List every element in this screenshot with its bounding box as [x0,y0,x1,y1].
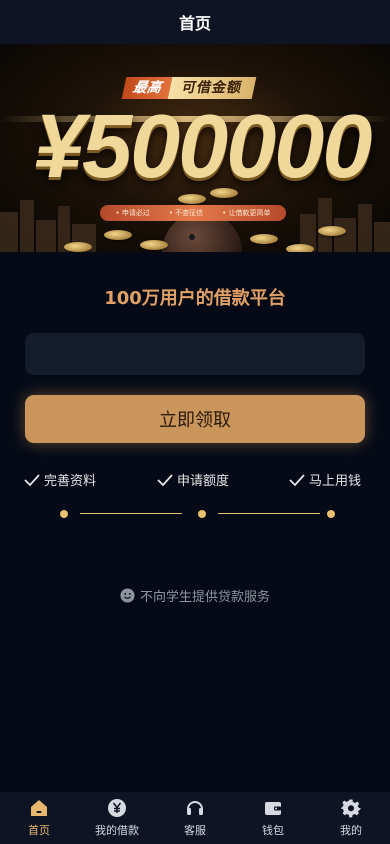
smile-icon [120,588,135,603]
headset-icon [187,801,203,815]
coin-image [318,226,346,236]
home-icon [31,800,47,816]
bottom-tab-bar: 首页 我的借款 客服 钱包 我的 [0,792,390,844]
step-label: 完善资料 [44,474,97,489]
yen-coin-icon [108,799,126,817]
coin-image [104,230,132,240]
coin-image [64,242,92,252]
tab-label: 首页 [28,824,50,837]
carousel-dot[interactable] [189,234,195,240]
tab-home[interactable]: 首页 [0,792,78,844]
progress-line [80,513,182,514]
feature-item: • 申请必过 [115,209,150,217]
gear-icon [341,799,361,818]
notice-text: 不向学生提供贷款服务 [139,590,270,605]
check-icon [289,473,305,486]
progress-line [218,513,320,514]
page-title: 首页 [178,14,211,33]
carousel-indicator[interactable] [189,234,195,240]
coin-image [250,234,278,244]
step-item: 马上用钱 [289,470,361,489]
check-icon [24,473,40,486]
platform-tagline: 100万用户的借款平台 [104,288,286,309]
tab-label: 我的借款 [95,824,139,837]
progress-dot [327,510,335,518]
step-item: 申请额度 [157,470,229,489]
claim-button[interactable]: 立即领取 [25,395,365,443]
coin-image [286,244,314,252]
phone-input[interactable] [25,333,365,375]
max-amount-value: ¥500000 [34,97,372,197]
tab-label: 我的 [340,824,362,837]
tab-my-loans[interactable]: 我的借款 [78,792,156,844]
progress-dot [60,510,68,518]
tab-support[interactable]: 客服 [156,792,234,844]
coin-image [140,240,168,250]
app-header: 首页 [0,0,390,44]
promo-banner[interactable]: 最高 可借金额 ¥500000 • 申请必过 • 不查征信 • 让借款更简单 [0,44,390,252]
feature-pill: • 申请必过 • 不查征信 • 让借款更简单 [100,205,286,221]
step-label: 马上用钱 [309,474,362,489]
check-icon [157,473,173,486]
feature-item: • 不查征信 [168,209,204,217]
feature-item: • 让借款更简单 [222,209,271,217]
tab-label: 钱包 [262,824,284,837]
tab-label: 客服 [184,824,206,837]
process-steps: 完善资料 申请额度 马上用钱 [0,470,390,490]
step-progress [0,507,390,521]
progress-dot [198,510,206,518]
step-label: 申请额度 [177,474,230,489]
step-item: 完善资料 [24,470,96,489]
wallet-icon [265,802,281,815]
student-notice: 不向学生提供贷款服务 [0,586,390,605]
tab-profile[interactable]: 我的 [312,792,390,844]
tab-wallet[interactable]: 钱包 [234,792,312,844]
